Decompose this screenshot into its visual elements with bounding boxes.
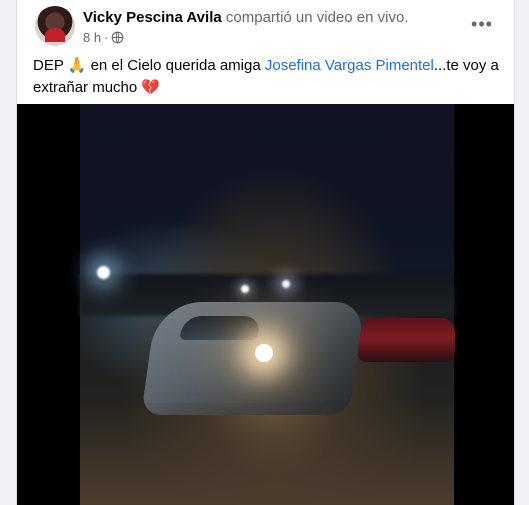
meta-separator: · (104, 30, 109, 45)
video-light (97, 266, 110, 279)
post-meta: 8 h · (83, 30, 124, 45)
author-name[interactable]: Vicky Pescina Avila (83, 9, 222, 26)
mentioned-person-link[interactable]: Josefina Vargas Pimentel (265, 57, 434, 74)
facebook-post: Vicky Pescina Avila compartió un video e… (16, 0, 515, 505)
video-frame[interactable] (80, 104, 455, 505)
video-light (241, 285, 249, 293)
video-light (282, 280, 290, 288)
post-header: Vicky Pescina Avila compartió un video e… (83, 8, 409, 27)
post-message: DEP 🙏 en el Cielo querida amiga Josefina… (33, 55, 503, 99)
live-video-player[interactable] (17, 104, 514, 505)
post-action: compartió un video en vivo. (225, 9, 409, 26)
message-start: DEP 🙏 en el Cielo querida amiga (33, 57, 261, 74)
more-options-icon[interactable]: ••• (466, 8, 498, 40)
video-car (141, 302, 365, 415)
avatar[interactable] (35, 6, 75, 46)
video-headlight (255, 344, 273, 362)
video-ground (80, 403, 454, 505)
video-red-car (357, 318, 455, 362)
post-time[interactable]: 8 h (83, 30, 101, 45)
globe-icon (112, 31, 124, 44)
